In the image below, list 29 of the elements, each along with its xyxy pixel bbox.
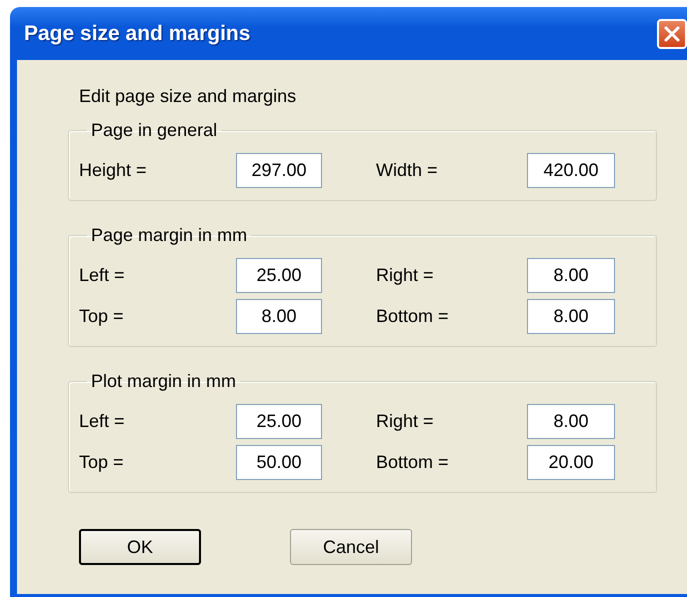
field-label: Left =: [79, 265, 126, 286]
close-icon: [663, 24, 681, 42]
close-button[interactable]: [657, 18, 687, 48]
group-title: Page in general: [90, 120, 218, 141]
input-field[interactable]: 8.00: [527, 258, 615, 293]
field-label: Top =: [79, 306, 125, 327]
field-label: Width =: [376, 160, 439, 181]
input-field[interactable]: 20.00: [527, 445, 615, 480]
field-label: Right =: [376, 411, 435, 432]
dialog-heading: Edit page size and margins: [79, 86, 298, 106]
input-field[interactable]: 25.00: [236, 404, 322, 439]
input-field[interactable]: 8.00: [527, 404, 615, 439]
input-field[interactable]: 50.00: [236, 445, 322, 480]
cancel-button[interactable]: Cancel: [290, 529, 412, 565]
field-label: Bottom =: [376, 452, 450, 473]
window-title: Page size and margins: [24, 22, 250, 46]
input-field[interactable]: 297.00: [236, 153, 322, 188]
ok-button[interactable]: OK: [79, 529, 201, 565]
input-field[interactable]: 8.00: [236, 299, 322, 334]
input-field[interactable]: 8.00: [527, 299, 615, 334]
field-label: Top =: [79, 452, 125, 473]
field-label: Height =: [79, 160, 148, 181]
field-label: Left =: [79, 411, 126, 432]
input-field[interactable]: 420.00: [527, 153, 615, 188]
group-title: Plot margin in mm: [90, 371, 238, 392]
field-label: Bottom =: [376, 306, 450, 327]
field-label: Right =: [376, 265, 435, 286]
input-field[interactable]: 25.00: [236, 258, 322, 293]
group-title: Page margin in mm: [90, 225, 248, 246]
